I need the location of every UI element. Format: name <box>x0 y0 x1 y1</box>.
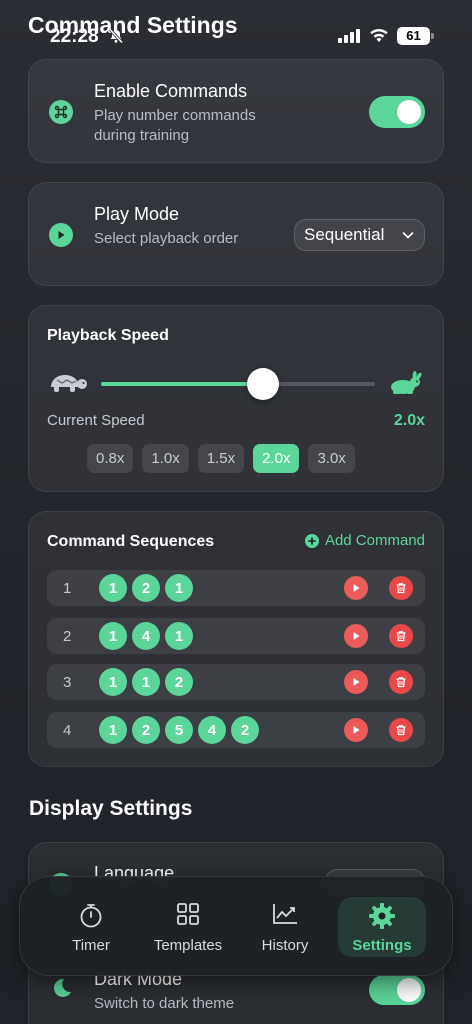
play-circle-icon <box>49 223 73 247</box>
command-number: 2 <box>165 668 193 696</box>
speed-slider-fill <box>101 382 263 386</box>
enable-commands-card: Enable Commands Play number commands dur… <box>28 59 444 163</box>
command-number: 1 <box>99 574 127 602</box>
enable-commands-subtitle: Play number commands during training <box>94 107 256 144</box>
wifi-icon <box>369 27 389 48</box>
tab-label: Settings <box>352 937 412 954</box>
delete-sequence-button[interactable] <box>389 670 413 694</box>
play-sequence-button[interactable] <box>344 576 368 600</box>
command-number: 1 <box>99 668 127 696</box>
bottom-tab-bar: Timer Templates History Settings <box>19 876 453 976</box>
tab-label: History <box>261 937 309 954</box>
command-number: 1 <box>99 716 127 744</box>
add-command-button[interactable]: Add Command <box>304 532 425 549</box>
speed-option-button[interactable]: 0.8x <box>87 444 134 473</box>
play-sequence-button[interactable] <box>344 718 368 742</box>
speed-option-button[interactable]: 2.0x <box>253 444 300 473</box>
playback-speed-card: Playback Speed Current Speed 2.0x 0.8x 1.… <box>28 305 444 492</box>
dark-mode-toggle[interactable] <box>369 975 425 1005</box>
delete-sequence-button[interactable] <box>389 718 413 742</box>
speed-slider-thumb[interactable] <box>246 368 279 400</box>
toggle-knob <box>397 978 421 1002</box>
delete-sequence-button[interactable] <box>389 624 413 648</box>
enable-commands-toggle[interactable] <box>369 96 425 128</box>
play-icon <box>353 726 360 734</box>
play-mode-value: Sequential <box>304 225 385 244</box>
chevron-down-icon <box>402 231 414 239</box>
speed-option-button[interactable]: 3.0x <box>308 444 355 473</box>
playback-speed-title: Playback Speed <box>47 327 169 344</box>
add-command-label: Add Command <box>324 532 425 549</box>
chart-icon <box>273 904 297 924</box>
status-time: 22:28 <box>50 26 99 47</box>
current-speed-value: 2.0x <box>393 412 425 429</box>
command-number: 2 <box>132 574 160 602</box>
sequence-index: 3 <box>63 674 72 691</box>
status-bar: 22:28 61 <box>0 22 472 52</box>
current-speed-label: Current Speed <box>47 412 145 429</box>
play-sequence-button[interactable] <box>344 670 368 694</box>
grid-icon <box>177 903 199 925</box>
play-icon <box>353 584 360 592</box>
sequence-row: 412542 <box>47 712 425 748</box>
play-mode-subtitle: Select playback order <box>94 230 239 247</box>
trash-icon <box>396 677 406 688</box>
trash-icon <box>396 631 406 642</box>
play-sequence-button[interactable] <box>344 624 368 648</box>
tab-label: Templates <box>153 937 223 954</box>
tab-settings[interactable]: Settings <box>338 897 426 957</box>
toggle-knob <box>397 100 421 124</box>
speed-option-button[interactable]: 1.5x <box>197 444 245 473</box>
tab-label: Timer <box>72 937 110 954</box>
play-icon <box>353 632 360 640</box>
delete-sequence-button[interactable] <box>389 576 413 600</box>
play-icon <box>353 678 360 686</box>
sequence-index: 2 <box>63 628 72 645</box>
tab-templates[interactable]: Templates <box>148 897 228 957</box>
tab-timer[interactable]: Timer <box>62 897 120 957</box>
speed-slider[interactable] <box>101 368 375 400</box>
rabbit-icon <box>387 370 425 401</box>
play-mode-select[interactable]: Sequential <box>294 219 425 251</box>
speed-option-button[interactable]: 1.0x <box>142 444 189 473</box>
display-settings-title: Display Settings <box>29 797 193 820</box>
plus-circle-icon <box>304 533 319 548</box>
command-number: 2 <box>231 716 259 744</box>
sequence-numbers: 112 <box>99 668 193 696</box>
gear-icon <box>369 903 395 929</box>
speed-options: 0.8x 1.0x 1.5x 2.0x 3.0x <box>87 444 355 473</box>
command-sequences-title: Command Sequences <box>47 533 215 550</box>
command-number: 4 <box>132 622 160 650</box>
sequence-row: 3112 <box>47 664 425 700</box>
sequence-row: 1121 <box>47 570 425 606</box>
play-mode-title: Play Mode <box>94 204 180 224</box>
moon-icon <box>49 976 73 1000</box>
sequence-index: 4 <box>63 722 72 739</box>
tab-history[interactable]: History <box>254 897 316 957</box>
command-number: 1 <box>99 622 127 650</box>
sequence-numbers: 12542 <box>99 716 259 744</box>
trash-icon <box>396 583 406 594</box>
sequence-row: 2 141 <box>47 618 425 654</box>
sequence-numbers: 121 <box>99 574 193 602</box>
trash-icon <box>396 725 406 736</box>
command-number: 1 <box>165 574 193 602</box>
sequence-index: 1 <box>63 580 72 597</box>
command-number: 2 <box>132 716 160 744</box>
battery-indicator: 61 <box>397 27 434 45</box>
stopwatch-icon <box>80 904 102 928</box>
command-key-icon <box>49 100 73 124</box>
command-number: 1 <box>165 622 193 650</box>
sequence-numbers: 141 <box>99 622 193 650</box>
command-number: 4 <box>198 716 226 744</box>
signal-icon <box>338 29 362 48</box>
command-number: 1 <box>132 668 160 696</box>
enable-commands-title: Enable Commands <box>94 81 248 101</box>
command-sequences-card: Command Sequences Add Command 1121214131… <box>28 511 444 767</box>
play-mode-card: Play Mode Select playback order Sequenti… <box>28 182 444 286</box>
turtle-icon <box>47 370 89 399</box>
bell-muted-icon <box>108 28 124 49</box>
dark-mode-subtitle: Switch to dark theme <box>94 995 235 1012</box>
command-number: 5 <box>165 716 193 744</box>
